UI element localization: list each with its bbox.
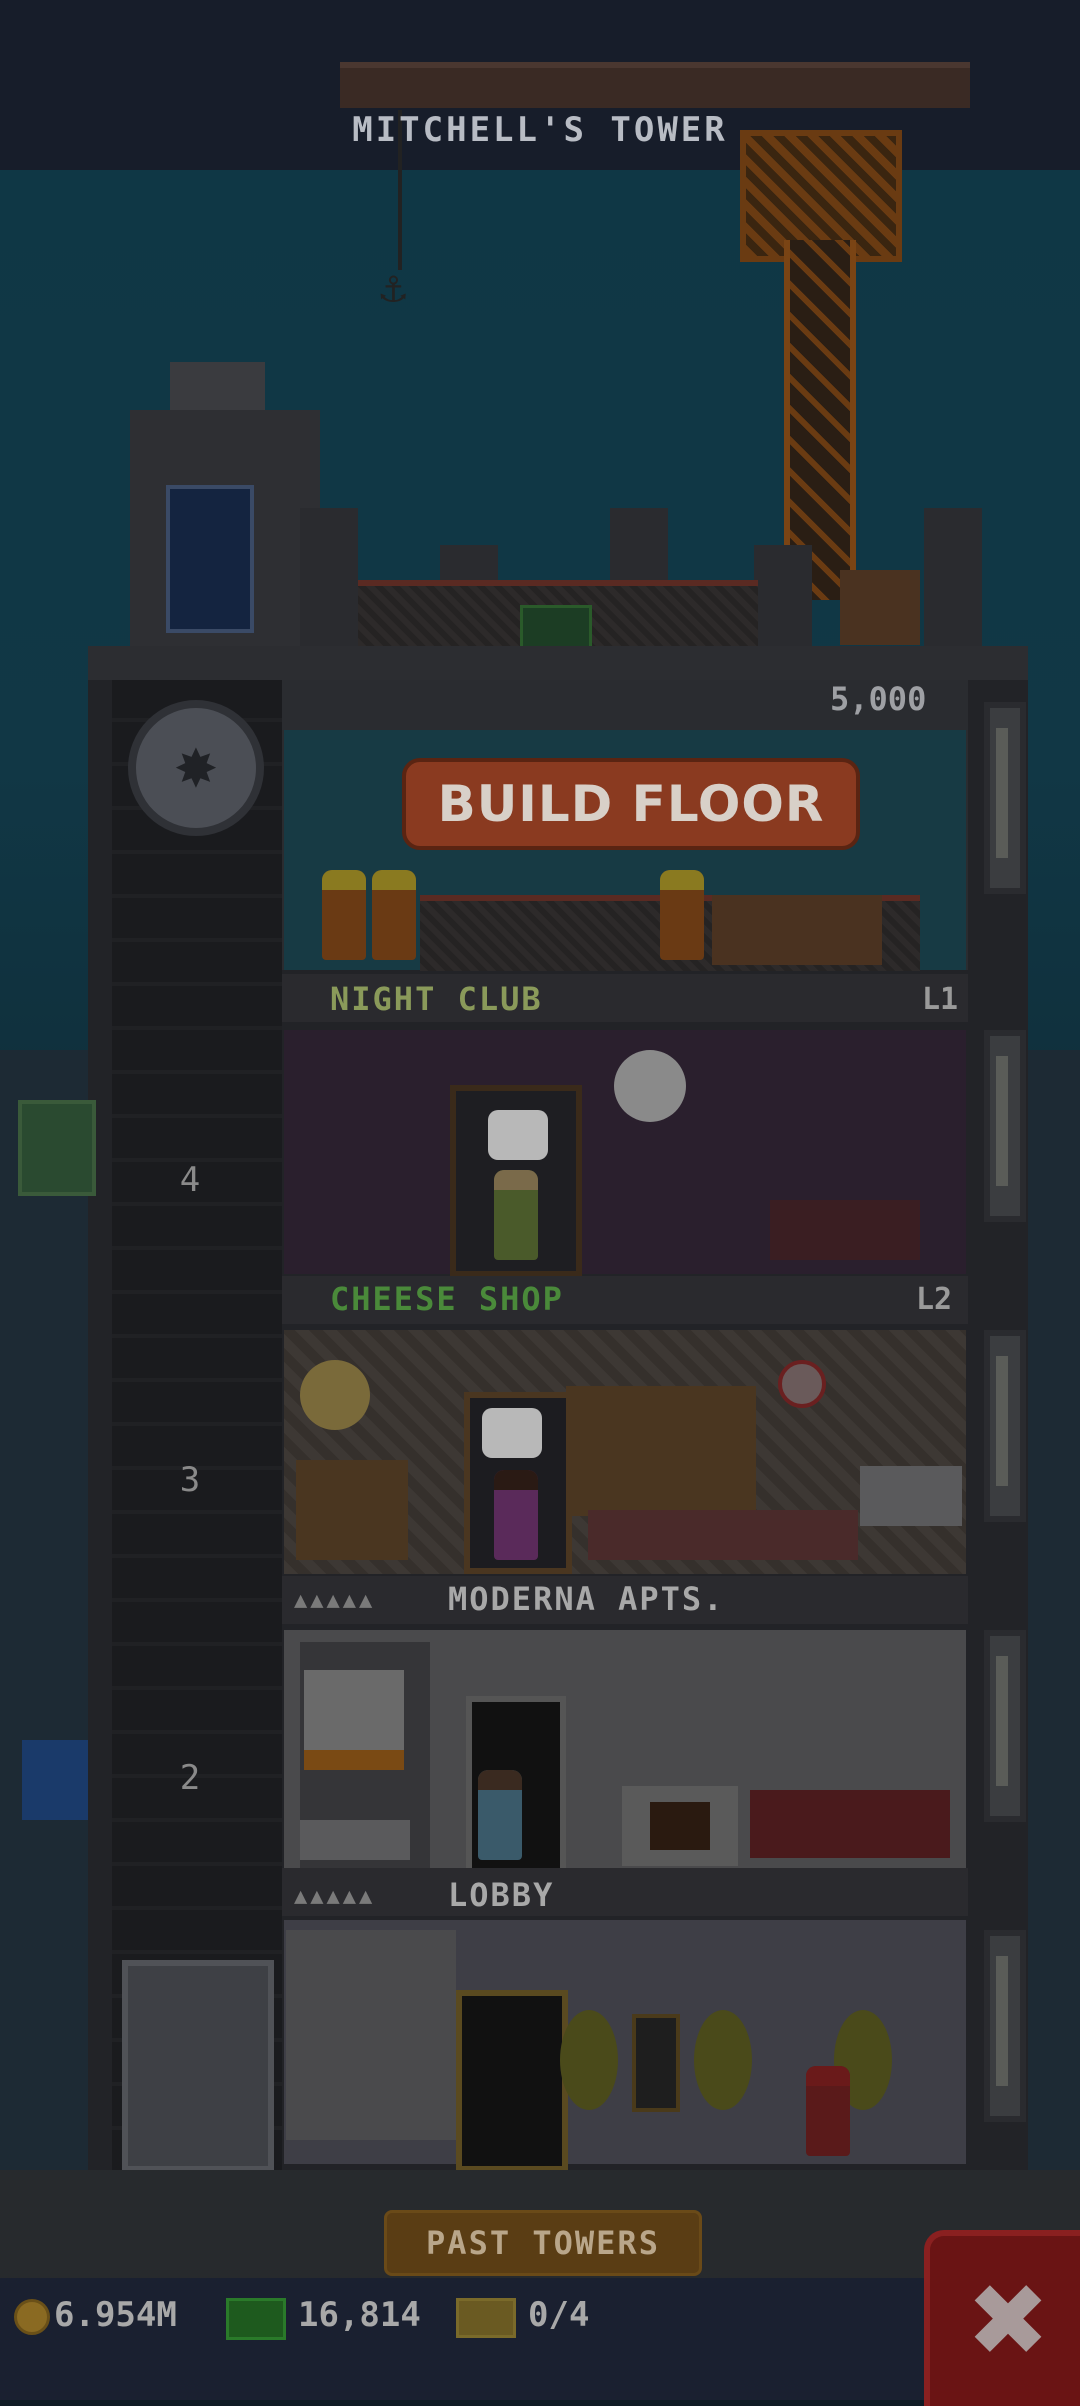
cheese-fridge: [860, 1466, 962, 1526]
build-floor-cost: 5,000: [830, 680, 927, 718]
worker[interactable]: [372, 870, 416, 960]
speech-bubble-icon: [488, 1110, 548, 1160]
shaft-floor-number: 2: [179, 1758, 201, 1798]
disco-ball-icon: [614, 1050, 686, 1122]
worker[interactable]: [660, 870, 704, 960]
floor-name-moderna-apts: MODERNA APTS.: [448, 1580, 725, 1618]
tower-roof-edge: [88, 646, 1028, 680]
floor-label-bar: [282, 1868, 968, 1916]
floor-level-badge: L2: [916, 1282, 953, 1317]
side-window-light: [984, 1630, 1026, 1822]
lobby-plant: [694, 2010, 752, 2110]
tower-name: MITCHELL'S TOWER: [352, 110, 728, 150]
roof-door: [166, 485, 254, 633]
roof-pillar: [924, 508, 982, 648]
coins-count: 6.954M: [54, 2295, 177, 2335]
shaft-floor-number: 3: [179, 1460, 201, 1500]
coin-icon: [14, 2299, 50, 2335]
cheese-counter: [588, 1510, 858, 1560]
elevator-car[interactable]: [122, 1960, 274, 2172]
bellhop[interactable]: [806, 2066, 850, 2156]
floor-name-night-club: NIGHT CLUB: [330, 980, 543, 1018]
floor-level-badge: L1: [922, 982, 959, 1017]
cheese-shelf: [296, 1460, 408, 1560]
lobby-door: [456, 1990, 568, 2172]
cheese-shop-customer[interactable]: [494, 1470, 538, 1560]
billboard-blue: [22, 1740, 88, 1820]
roof-pillar: [300, 508, 358, 648]
close-icon: ✖: [966, 2262, 1050, 2379]
velvet-rope: [770, 1200, 920, 1260]
no-mice-sign-icon: [778, 1360, 826, 1408]
build-floor-button[interactable]: BUILD FLOOR: [402, 758, 860, 850]
bux-icon: [226, 2298, 286, 2340]
floor-name-cheese-shop: CHEESE SHOP: [330, 1280, 564, 1318]
past-towers-button[interactable]: PAST TOWERS: [384, 2210, 702, 2276]
roof-vent: [170, 362, 265, 412]
lobby-plant: [560, 2010, 618, 2110]
fireplace-fire-icon: [650, 1802, 710, 1850]
side-window-light: [984, 702, 1026, 894]
sofa: [750, 1790, 950, 1858]
cheese-sign-icon: [300, 1360, 370, 1430]
elevator-panel-icon: [632, 2014, 680, 2112]
side-window-light: [984, 1030, 1026, 1222]
crane-hook-icon: ⚓: [380, 262, 407, 313]
night-club-visitor[interactable]: [494, 1170, 538, 1260]
occupancy-icon: ▲▲▲▲▲: [294, 1588, 376, 1613]
worker[interactable]: [322, 870, 366, 960]
floor-name-lobby: LOBBY: [448, 1876, 555, 1914]
wall-painting: [304, 1670, 404, 1770]
billboard-fries: [18, 1100, 96, 1196]
lobby-reception: [286, 1930, 456, 2140]
occupancy-icon: ▲▲▲▲▲: [294, 1884, 376, 1909]
roof-toolbox: [520, 605, 592, 649]
roof-pillar: [754, 545, 812, 648]
side-window-light: [984, 1930, 1026, 2122]
close-button[interactable]: ✖: [924, 2230, 1080, 2406]
crane-arm: [340, 62, 970, 108]
plant-stand: [300, 1820, 410, 1860]
ticket-icon: [456, 2298, 516, 2338]
tickets-count: 0/4: [528, 2295, 590, 2335]
shaft-floor-number: 4: [179, 1160, 201, 1200]
apartment-resident[interactable]: [478, 1770, 522, 1860]
roof-crate: [840, 570, 920, 645]
elevator-wheel-icon: ✸: [128, 700, 264, 836]
bux-count: 16,814: [298, 2295, 421, 2335]
side-window-light: [984, 1330, 1026, 1522]
construction-crate: [712, 895, 882, 965]
elevator-shaft: [112, 680, 282, 2170]
cheese-display-shelf: [566, 1386, 756, 1516]
speech-bubble-icon: [482, 1408, 542, 1458]
